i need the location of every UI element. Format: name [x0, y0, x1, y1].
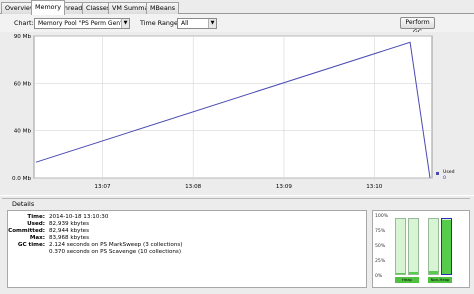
gc-time-scavenge: 0.370 seconds on PS Scavenge (10 collect… — [49, 249, 182, 255]
memory-pool-bar[interactable] — [395, 218, 406, 275]
details-separator — [2, 198, 470, 199]
memory-pool-bar[interactable] — [408, 218, 419, 275]
memory-chart: 90 Mb 60 Mb 40 Mb 0.0 Mb 13:07 13:08 13:… — [12, 34, 455, 190]
memory-pool-bars: 100% 75% 50% 25% 0% Heap Non-Heap — [372, 210, 470, 288]
y-tick-label: 0.0 Mb — [12, 176, 32, 182]
memory-pool-bar-selected[interactable] — [441, 218, 452, 275]
bar-fill — [442, 220, 451, 274]
gc-time-label: GC time: — [17, 242, 45, 248]
time-range-label: Time Range: — [140, 19, 181, 27]
details-box: Time: 2014-10-18 13:10:30 Used: 82,939 k… — [7, 210, 367, 288]
y-tick-label: 90 Mb — [14, 34, 32, 40]
chart-controls: Chart: Memory Pool "PS Perm Gen" ▼ Time … — [0, 14, 474, 36]
used-label: Used: — [27, 221, 45, 227]
memory-chart-panel: 90 Mb 60 Mb 40 Mb 0.0 Mb 13:07 13:08 13:… — [0, 32, 474, 195]
x-tick-label: 13:07 — [94, 184, 111, 190]
max-value: 83,968 kbytes — [49, 235, 90, 241]
details-title: Details — [10, 199, 37, 209]
x-tick-label: 13:09 — [276, 184, 293, 190]
max-label: Max: — [29, 235, 45, 241]
tab-memory[interactable]: Memory — [31, 0, 65, 15]
legend-swatch — [436, 172, 439, 175]
heap-label: Heap — [395, 277, 419, 283]
gc-time-marksweep: 2.124 seconds on PS MarkSweep (3 collect… — [49, 242, 183, 248]
perform-gc-button[interactable]: Perform GC — [400, 17, 435, 36]
memory-pool-bar[interactable] — [428, 218, 439, 275]
time-label: Time: — [27, 214, 45, 220]
used-value: 82,939 kbytes — [49, 221, 90, 227]
bar-scale-tick: 75% — [375, 229, 386, 234]
x-tick-label: 13:10 — [366, 184, 383, 190]
committed-value: 82,944 kbytes — [49, 228, 90, 234]
bar-fill — [409, 271, 418, 274]
bar-fill — [429, 270, 438, 274]
legend: Used 0 — [436, 169, 455, 181]
x-tick-label: 13:08 — [185, 184, 202, 190]
bar-scale-tick: 0% — [375, 274, 383, 279]
chart-label: Chart: — [14, 19, 34, 27]
legend-label: Used — [443, 169, 455, 175]
bar-scale-tick: 100% — [375, 214, 389, 219]
chart-select-value: Memory Pool "PS Perm Gen" — [38, 20, 123, 27]
bar-scale-tick: 50% — [375, 244, 386, 249]
time-range-value: All — [181, 20, 189, 27]
non-heap-label: Non-Heap — [428, 277, 452, 283]
y-axis-labels: 90 Mb 60 Mb 40 Mb 0.0 Mb — [12, 34, 32, 182]
legend-value: 0 — [443, 175, 446, 181]
committed-label: Committed: — [8, 228, 45, 234]
time-value: 2014-10-18 13:10:30 — [49, 214, 109, 220]
x-axis-labels: 13:07 13:08 13:09 13:10 — [94, 184, 382, 190]
chevron-down-icon: ▼ — [121, 19, 129, 28]
bar-scale-tick: 25% — [375, 259, 386, 264]
chevron-down-icon: ▼ — [208, 19, 216, 28]
tab-mbeans[interactable]: MBeans — [146, 2, 180, 14]
y-tick-label: 60 Mb — [14, 81, 32, 87]
plot-area — [33, 35, 433, 179]
y-tick-label: 40 Mb — [14, 129, 32, 135]
tab-bar: Overview Memory Threads Classes VM Summa… — [0, 0, 474, 15]
bar-fill — [396, 272, 405, 274]
time-range-select[interactable]: All ▼ — [177, 18, 217, 29]
chart-select[interactable]: Memory Pool "PS Perm Gen" ▼ — [34, 18, 130, 29]
